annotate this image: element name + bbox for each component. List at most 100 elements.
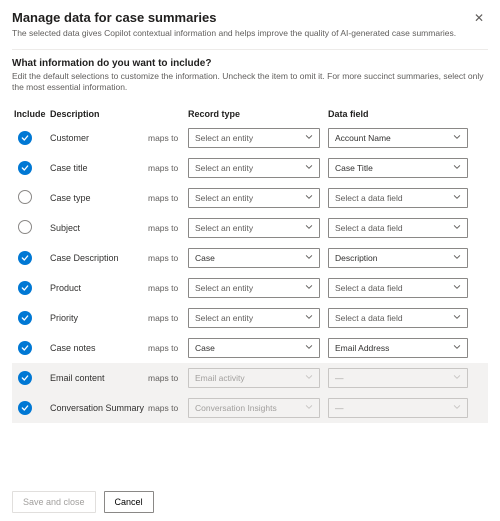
cancel-button[interactable]: Cancel — [104, 491, 154, 513]
save-button[interactable]: Save and close — [12, 491, 96, 513]
chevron-down-icon — [305, 283, 313, 293]
row-description: Product — [50, 283, 81, 293]
row-description: Case Description — [50, 253, 119, 263]
chevron-down-icon — [305, 313, 313, 323]
maps-to-label: maps to — [148, 373, 188, 383]
maps-to-label: maps to — [148, 193, 188, 203]
table-row: Case Description maps toCase Description — [12, 243, 488, 273]
chevron-down-icon — [305, 163, 313, 173]
row-description: Case type — [50, 193, 91, 203]
chevron-down-icon — [305, 133, 313, 143]
data-field-select[interactable]: Select a data field — [328, 188, 468, 208]
maps-to-label: maps to — [148, 253, 188, 263]
record-type-select[interactable]: Select an entity — [188, 158, 320, 178]
record-type-select[interactable]: Select an entity — [188, 188, 320, 208]
record-type-select: Conversation Insights — [188, 398, 320, 418]
record-type-select[interactable]: Case — [188, 338, 320, 358]
col-header-include: Include — [12, 109, 50, 119]
data-field-select: — — [328, 368, 468, 388]
record-type-value: Email activity — [195, 373, 245, 383]
record-type-select[interactable]: Select an entity — [188, 308, 320, 328]
record-type-select[interactable]: Select an entity — [188, 278, 320, 298]
record-type-select[interactable]: Select an entity — [188, 218, 320, 238]
chevron-down-icon — [453, 373, 461, 383]
row-description: Conversation Summary — [50, 403, 144, 413]
chevron-down-icon — [453, 313, 461, 323]
footer: Save and close Cancel — [0, 483, 500, 521]
data-field-select[interactable]: Account Name — [328, 128, 468, 148]
col-header-description: Description — [50, 109, 148, 119]
record-type-value: Select an entity — [195, 283, 253, 293]
include-checkbox[interactable] — [18, 401, 32, 415]
chevron-down-icon — [453, 133, 461, 143]
table-row: Prioritymaps toSelect an entitySelect a … — [12, 303, 488, 333]
maps-to-label: maps to — [148, 223, 188, 233]
table-row: Subject maps to Select an entity Select a d… — [12, 213, 488, 243]
include-checkbox[interactable] — [18, 190, 32, 204]
row-description: Case notes — [50, 343, 96, 353]
page-subtitle: The selected data gives Copilot contextu… — [12, 28, 488, 39]
chevron-down-icon — [453, 163, 461, 173]
data-field-select[interactable]: Description — [328, 248, 468, 268]
data-field-value: Select a data field — [335, 283, 403, 293]
settings-table: Include Description Record type Data fie… — [12, 105, 488, 423]
data-field-value: Description — [335, 253, 378, 263]
data-field-value: — — [335, 373, 344, 383]
data-field-select[interactable]: Select a data field — [328, 218, 468, 238]
chevron-down-icon — [305, 343, 313, 353]
include-checkbox[interactable] — [18, 161, 32, 175]
record-type-select[interactable]: Case — [188, 248, 320, 268]
divider — [12, 49, 488, 50]
data-field-select[interactable]: Select a data field — [328, 278, 468, 298]
record-type-value: Select an entity — [195, 193, 253, 203]
record-type-select[interactable]: Select an entity — [188, 128, 320, 148]
chevron-down-icon — [453, 403, 461, 413]
include-checkbox[interactable] — [18, 220, 32, 234]
data-field-value: Case Title — [335, 163, 373, 173]
chevron-down-icon — [305, 193, 313, 203]
data-field-value: Account Name — [335, 133, 391, 143]
chevron-down-icon — [305, 253, 313, 263]
row-description: Email content — [50, 373, 105, 383]
table-row: Case notes maps to Case Email Address — [12, 333, 488, 363]
chevron-down-icon — [305, 373, 313, 383]
record-type-value: Select an entity — [195, 313, 253, 323]
include-checkbox[interactable] — [18, 311, 32, 325]
data-field-select[interactable]: Case Title — [328, 158, 468, 178]
chevron-down-icon — [453, 253, 461, 263]
record-type-select: Email activity — [188, 368, 320, 388]
table-header: Include Description Record type Data fie… — [12, 105, 488, 123]
maps-to-label: maps to — [148, 283, 188, 293]
table-row: Case type maps to Select an entity Select a… — [12, 183, 488, 213]
maps-to-label: maps to — [148, 313, 188, 323]
table-row: Email content maps to Email activity — — [12, 363, 488, 393]
record-type-value: Select an entity — [195, 163, 253, 173]
table-row: Product maps to Select an entity Select a d… — [12, 273, 488, 303]
include-checkbox[interactable] — [18, 251, 32, 265]
data-field-value: Email Address — [335, 343, 389, 353]
include-checkbox[interactable] — [18, 131, 32, 145]
maps-to-label: maps to — [148, 133, 188, 143]
maps-to-label: maps to — [148, 403, 188, 413]
col-header-record-type: Record type — [188, 109, 328, 119]
page-title: Manage data for case summaries — [12, 10, 216, 25]
maps-to-label: maps to — [148, 343, 188, 353]
record-type-value: Case — [195, 343, 215, 353]
include-checkbox[interactable] — [18, 281, 32, 295]
data-field-value: Select a data field — [335, 313, 403, 323]
table-row: Conversation Summary maps toConversation … — [12, 393, 488, 423]
record-type-value: Select an entity — [195, 223, 253, 233]
include-checkbox[interactable] — [18, 341, 32, 355]
chevron-down-icon — [305, 223, 313, 233]
row-description: Subject — [50, 223, 80, 233]
table-row: Customermaps toSelect an entityAccount N… — [12, 123, 488, 153]
data-field-select[interactable]: Email Address — [328, 338, 468, 358]
close-button[interactable]: ✕ — [470, 10, 488, 26]
table-row: Case titlemaps toSelect an entityCase Ti… — [12, 153, 488, 183]
col-header-data-field: Data field — [328, 109, 468, 119]
include-checkbox[interactable] — [18, 371, 32, 385]
row-description: Case title — [50, 163, 88, 173]
data-field-select[interactable]: Select a data field — [328, 308, 468, 328]
data-field-value: Select a data field — [335, 223, 403, 233]
section-help: Edit the default selections to customize… — [12, 71, 488, 93]
